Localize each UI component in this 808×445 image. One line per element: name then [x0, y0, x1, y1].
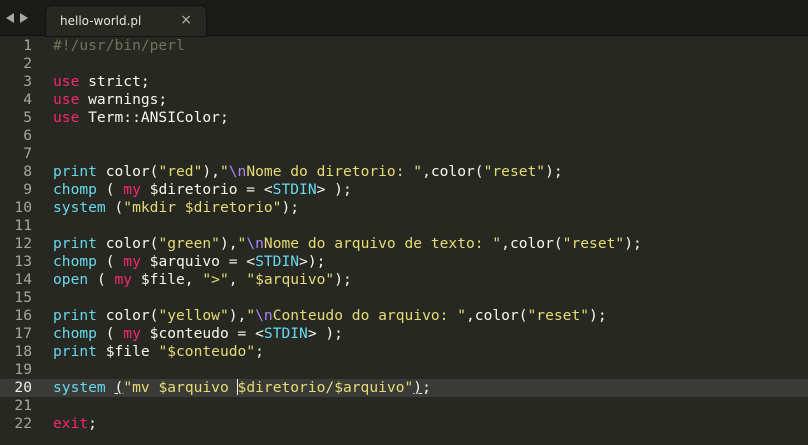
line-number: 3 — [23, 73, 32, 90]
line-number: 8 — [23, 163, 32, 180]
line-content: system ("mkdir $diretorio"); — [53, 199, 300, 216]
line-content: exit; — [53, 415, 97, 432]
close-icon[interactable]: × — [180, 12, 192, 28]
line-number: 20 — [14, 379, 32, 396]
line-content: system ("mv $arquivo $diretorio/$arquivo… — [53, 379, 431, 396]
code-editor[interactable]: 1 #!/usr/bin/perl 2 3 use strict; 4 use … — [0, 37, 808, 445]
line-number: 22 — [14, 415, 32, 432]
line-number: 4 — [23, 91, 32, 108]
line-number: 12 — [14, 235, 32, 252]
line-number: 18 — [14, 343, 32, 360]
code-line: 21 — [0, 397, 808, 415]
line-content: chomp ( my $conteudo = <STDIN> ); — [53, 325, 343, 342]
line-content: print color("red"),"\nNome do diretorio:… — [53, 163, 563, 180]
code-line: 18 print $file "$conteudo"; — [0, 343, 808, 361]
code-line: 13 chomp ( my $arquivo = <STDIN>); — [0, 253, 808, 271]
code-line: 10 system ("mkdir $diretorio"); — [0, 199, 808, 217]
code-line: 16 print color("yellow"),"\nConteudo do … — [0, 307, 808, 325]
code-line: 8 print color("red"),"\nNome do diretori… — [0, 163, 808, 181]
line-number: 15 — [14, 289, 32, 306]
code-line: 12 print color("green"),"\nNome do arqui… — [0, 235, 808, 253]
code-line: 5 use Term::ANSIColor; — [0, 109, 808, 127]
tab-hello-world[interactable]: hello-world.pl × — [46, 6, 206, 36]
code-line: 1 #!/usr/bin/perl — [0, 37, 808, 55]
line-number: 16 — [14, 307, 32, 324]
line-content: print color("yellow"),"\nConteudo do arq… — [53, 307, 607, 324]
line-content: use strict; — [53, 73, 150, 90]
code-line: 19 — [0, 361, 808, 379]
line-content: chomp ( my $arquivo = <STDIN>); — [53, 253, 326, 270]
tab-title: hello-world.pl — [60, 14, 142, 28]
line-number: 19 — [14, 361, 32, 378]
line-content: #!/usr/bin/perl — [53, 37, 185, 54]
line-number: 11 — [14, 217, 32, 234]
code-line: 11 — [0, 217, 808, 235]
code-line: 3 use strict; — [0, 73, 808, 91]
code-line: 14 open ( my $file, ">", "$arquivo"); — [0, 271, 808, 289]
editor-window: hello-world.pl × 1 #!/usr/bin/perl 2 3 u… — [0, 0, 808, 445]
code-line: 15 — [0, 289, 808, 307]
code-line: 6 — [0, 127, 808, 145]
code-line: 7 — [0, 145, 808, 163]
line-number: 21 — [14, 397, 32, 414]
code-line: 9 chomp ( my $diretorio = <STDIN> ); — [0, 181, 808, 199]
code-line: 4 use warnings; — [0, 91, 808, 109]
line-number: 2 — [23, 55, 32, 72]
line-number: 7 — [23, 145, 32, 162]
line-number: 13 — [14, 253, 32, 270]
line-number: 6 — [23, 127, 32, 144]
line-content: print $file "$conteudo"; — [53, 343, 264, 360]
line-content: use warnings; — [53, 91, 168, 108]
line-number: 14 — [14, 271, 32, 288]
line-number: 5 — [23, 109, 32, 126]
tab-navigation — [6, 10, 28, 26]
line-content: open ( my $file, ">", "$arquivo"); — [53, 271, 352, 288]
line-number: 1 — [23, 37, 32, 54]
chevron-right-icon[interactable] — [20, 13, 28, 23]
line-content: print color("green"),"\nNome do arquivo … — [53, 235, 642, 252]
chevron-left-icon[interactable] — [6, 13, 14, 23]
code-line: 17 chomp ( my $conteudo = <STDIN> ); — [0, 325, 808, 343]
line-content: use Term::ANSIColor; — [53, 109, 229, 126]
line-number: 10 — [14, 199, 32, 216]
line-content: chomp ( my $diretorio = <STDIN> ); — [53, 181, 352, 198]
code-line-current: 20 system ("mv $arquivo $diretorio/$arqu… — [0, 379, 808, 397]
line-number: 9 — [23, 181, 32, 198]
code-line: 22 exit; — [0, 415, 808, 433]
line-number: 17 — [14, 325, 32, 342]
tab-bar: hello-world.pl × — [0, 0, 808, 36]
code-line: 2 — [0, 55, 808, 73]
